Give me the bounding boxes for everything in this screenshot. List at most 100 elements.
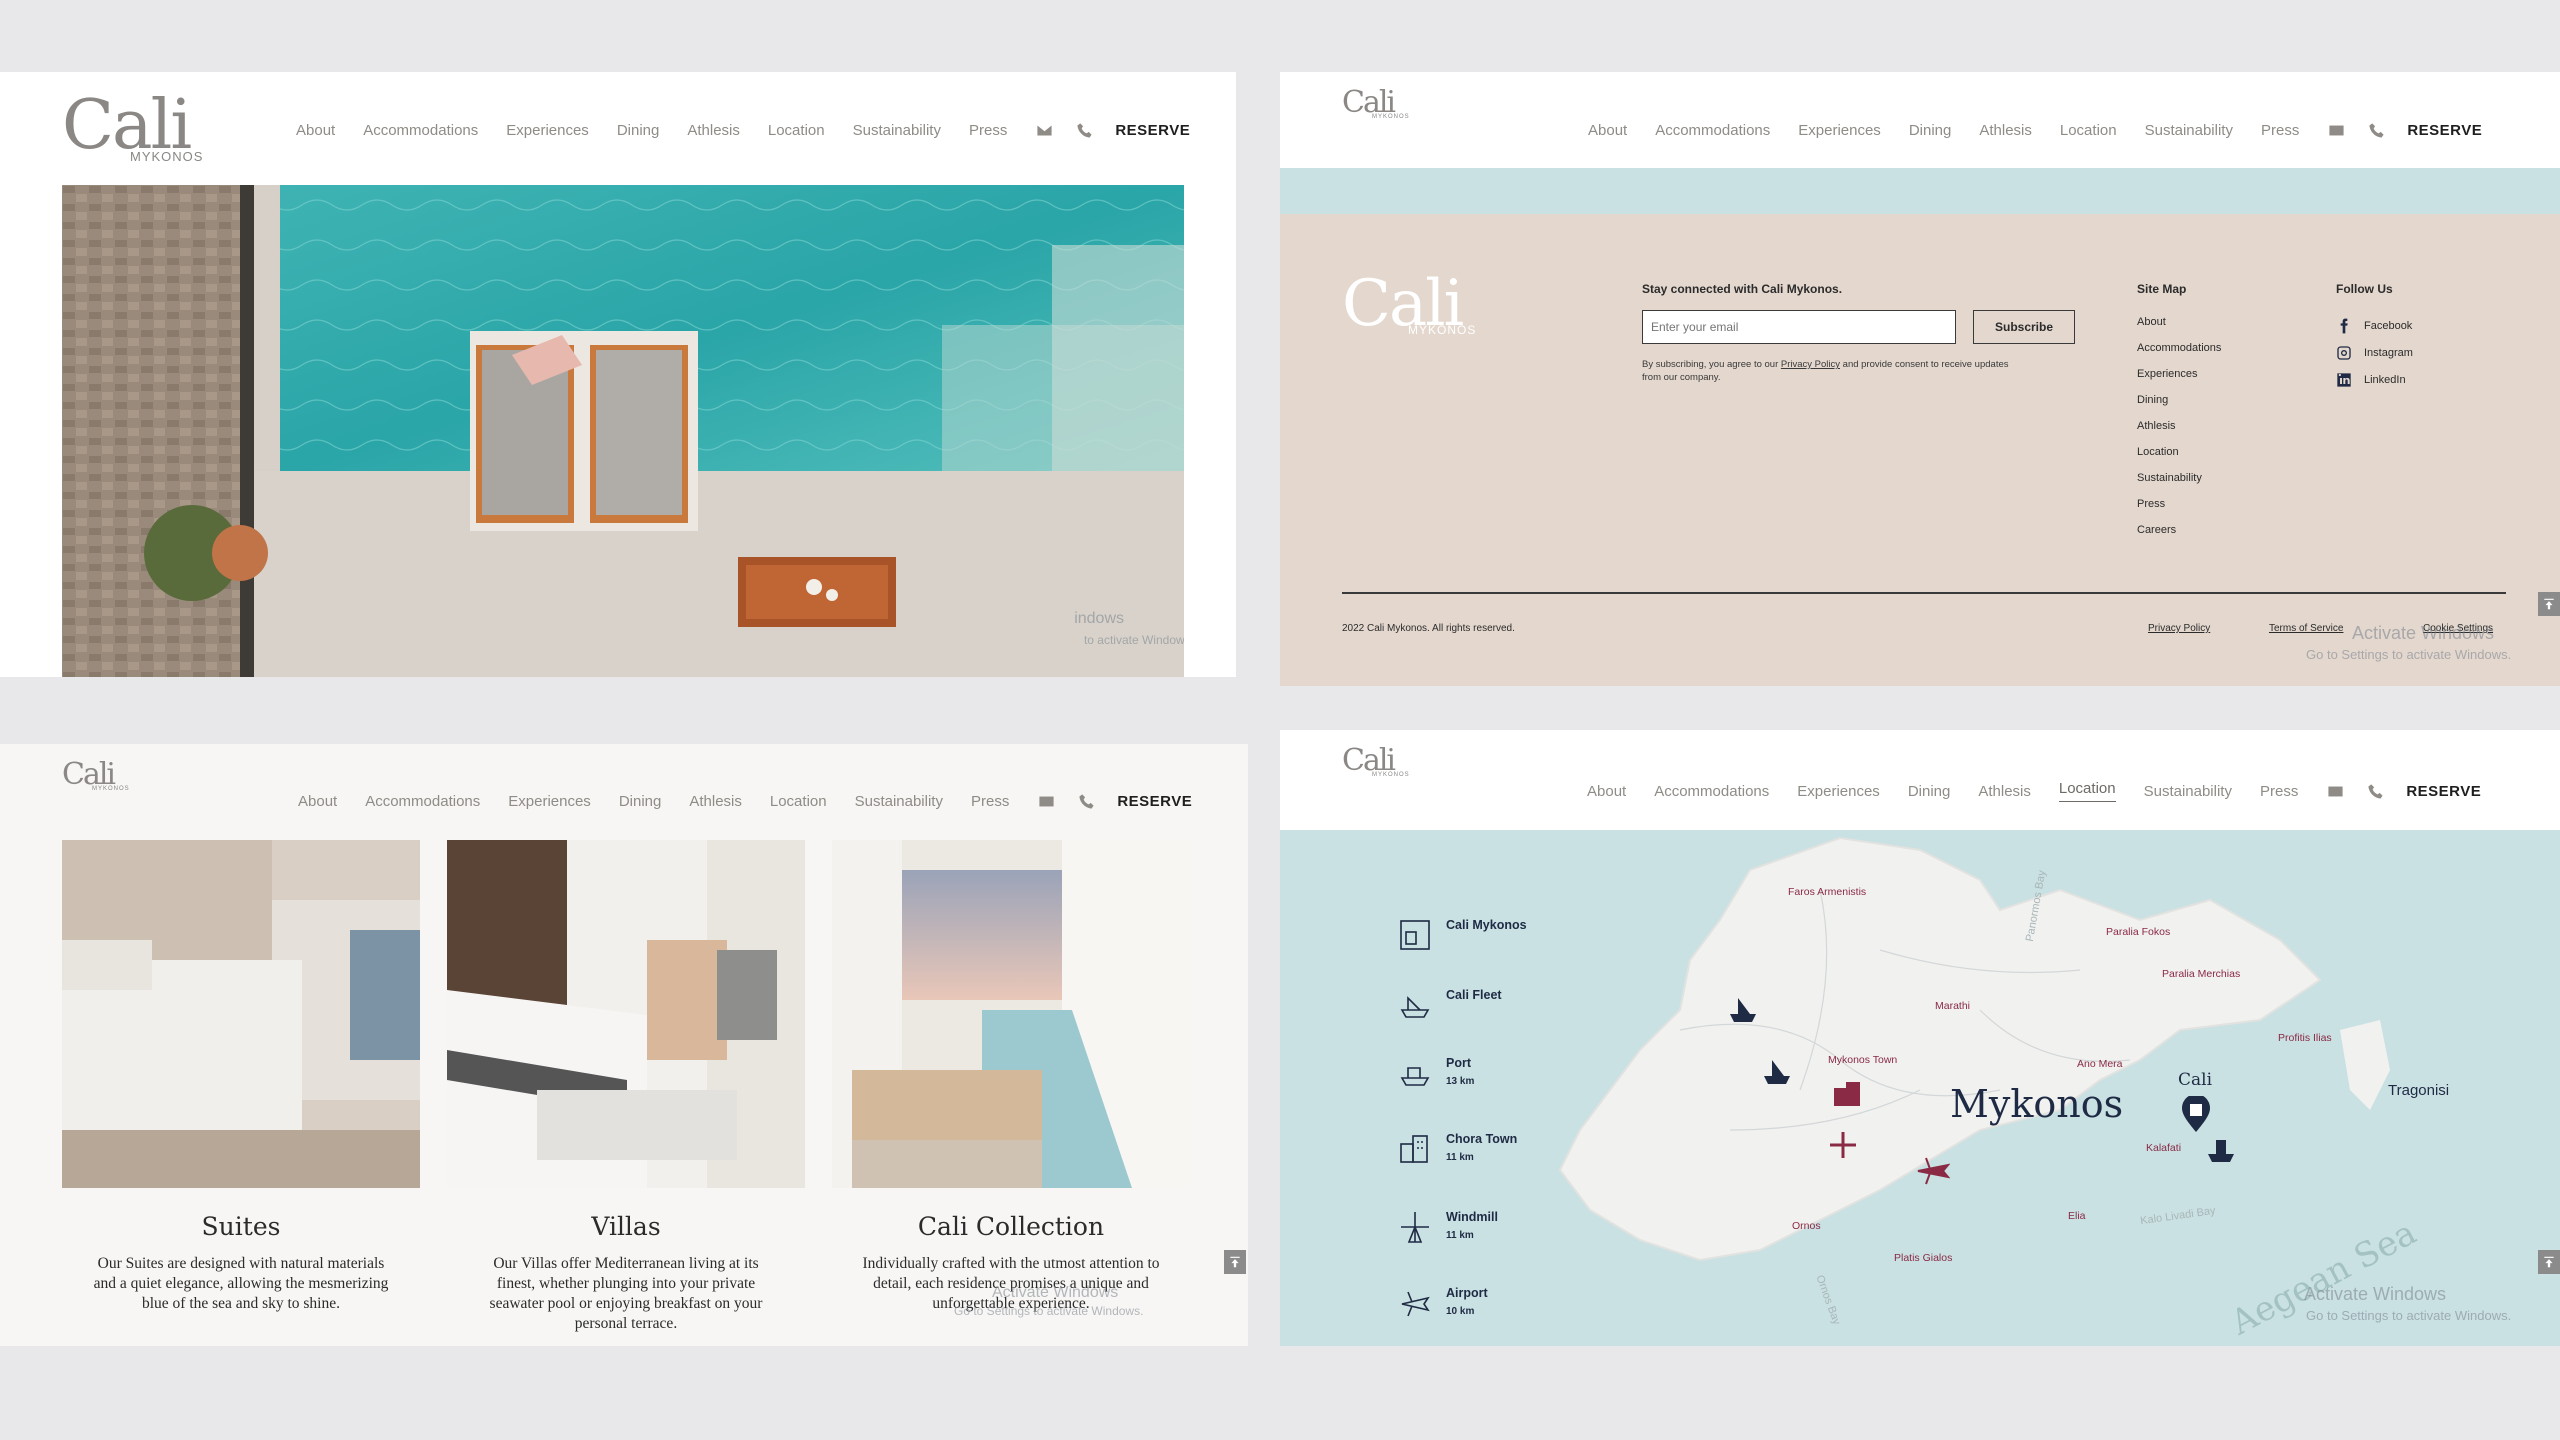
town-icon (1400, 1135, 1428, 1163)
legend-airport[interactable]: Airport 10 km (1398, 1286, 1488, 1320)
nav-dining[interactable]: Dining (619, 793, 662, 810)
linkedin-icon (2337, 372, 2351, 387)
windmill-marker[interactable] (1828, 1130, 1858, 1160)
phone-icon[interactable] (1077, 792, 1095, 810)
nav-about[interactable]: About (1588, 122, 1627, 139)
town-marker[interactable] (1832, 1080, 1862, 1106)
windmill-icon (1401, 1212, 1429, 1243)
linkedin-link[interactable]: LinkedIn (2336, 366, 2413, 393)
logo[interactable]: Cali MYKONOS (62, 92, 203, 164)
sitemap-link[interactable]: Accommodations (2137, 342, 2221, 368)
mail-icon[interactable] (1035, 121, 1053, 139)
header-bar (1280, 72, 2560, 168)
sitemap-link[interactable]: Careers (2137, 524, 2221, 550)
reserve-button[interactable]: RESERVE (1117, 793, 1192, 810)
nav-press[interactable]: Press (971, 793, 1009, 810)
facebook-link[interactable]: Facebook (2336, 312, 2413, 339)
terms-link[interactable]: Terms of Service (2269, 623, 2343, 634)
nav-athlesis[interactable]: Athlesis (687, 122, 740, 139)
legend-cali-mykonos[interactable]: Cali Mykonos (1398, 918, 1527, 952)
cali-collection-title: Cali Collection (917, 1212, 1105, 1241)
yacht-marker-1[interactable] (1726, 994, 1760, 1024)
mail-icon[interactable] (1037, 792, 1055, 810)
logo[interactable]: Cali MYKONOS (1342, 746, 1410, 779)
reserve-button[interactable]: RESERVE (1115, 122, 1190, 139)
mail-icon[interactable] (2327, 121, 2345, 139)
instagram-link[interactable]: Instagram (2336, 339, 2413, 366)
airport-marker[interactable] (1916, 1156, 1950, 1186)
logo[interactable]: Cali MYKONOS (1342, 88, 1410, 121)
sitemap-link[interactable]: Location (2137, 446, 2221, 472)
cali-location-pin[interactable] (2180, 1096, 2212, 1134)
nav-about[interactable]: About (298, 793, 337, 810)
sitemap-link[interactable]: About (2137, 316, 2221, 342)
nav-athlesis[interactable]: Athlesis (1979, 122, 2032, 139)
nav-accommodations[interactable]: Accommodations (1655, 122, 1770, 139)
back-to-top-button[interactable] (2538, 1250, 2560, 1274)
ship-icon (1400, 1067, 1430, 1086)
sea-strip (1280, 168, 2560, 214)
privacy-link[interactable]: Privacy Policy (2148, 623, 2210, 634)
privacy-link-inline[interactable]: Privacy Policy (1781, 359, 1840, 370)
legend-cali-fleet[interactable]: Cali Fleet (1398, 988, 1502, 1022)
legend-port[interactable]: Port 13 km (1398, 1056, 1474, 1090)
nav-accommodations[interactable]: Accommodations (1654, 783, 1769, 800)
place-ornos: Ornos (1792, 1220, 1821, 1232)
nav-sustainability[interactable]: Sustainability (855, 793, 943, 810)
nav-location[interactable]: Location (2058, 780, 2116, 802)
port-marker[interactable] (2204, 1134, 2238, 1164)
nav-athlesis[interactable]: Athlesis (1978, 783, 2031, 800)
nav-location[interactable]: Location (2060, 122, 2117, 139)
nav-experiences[interactable]: Experiences (1798, 122, 1881, 139)
back-to-top-button[interactable] (1224, 1250, 1246, 1274)
nav-sustainability[interactable]: Sustainability (853, 122, 941, 139)
nav-accommodations[interactable]: Accommodations (363, 122, 478, 139)
subscribe-legal: By subscribing, you agree to our Privacy… (1642, 359, 2009, 383)
nav-about[interactable]: About (1587, 783, 1626, 800)
arrow-up-icon (2544, 1256, 2554, 1268)
nav-dining[interactable]: Dining (1909, 122, 1952, 139)
sitemap-link[interactable]: Sustainability (2137, 472, 2221, 498)
nav-press[interactable]: Press (969, 122, 1007, 139)
phone-icon[interactable] (2367, 121, 2385, 139)
suites-image[interactable] (62, 840, 420, 1188)
nav-experiences[interactable]: Experiences (506, 122, 589, 139)
cali-collection-image[interactable] (832, 840, 1190, 1188)
main-nav: About Accommodations Experiences Dining … (298, 792, 1192, 810)
yacht-marker-2[interactable] (1760, 1056, 1794, 1086)
reserve-button[interactable]: RESERVE (2406, 783, 2481, 800)
cali-marker-label: Cali (2178, 1070, 2213, 1090)
main-nav: About Accommodations Experiences Dining … (1588, 121, 2482, 139)
nav-experiences[interactable]: Experiences (1797, 783, 1880, 800)
logo[interactable]: Cali MYKONOS (62, 760, 130, 793)
sitemap-link[interactable]: Press (2137, 498, 2221, 524)
nav-press[interactable]: Press (2261, 122, 2299, 139)
email-input[interactable] (1642, 310, 1956, 344)
nav-location[interactable]: Location (770, 793, 827, 810)
nav-dining[interactable]: Dining (617, 122, 660, 139)
nav-dining[interactable]: Dining (1908, 783, 1951, 800)
nav-sustainability[interactable]: Sustainability (2144, 783, 2232, 800)
legend-windmill[interactable]: Windmill 11 km (1398, 1210, 1498, 1244)
sitemap-link[interactable]: Experiences (2137, 368, 2221, 394)
nav-sustainability[interactable]: Sustainability (2145, 122, 2233, 139)
villas-image[interactable] (447, 840, 805, 1188)
footer-logo[interactable]: Cali MYKONOS (1342, 272, 1476, 336)
phone-icon[interactable] (2366, 782, 2384, 800)
sitemap-link[interactable]: Athlesis (2137, 420, 2221, 446)
reserve-button[interactable]: RESERVE (2407, 122, 2482, 139)
sitemap-link[interactable]: Dining (2137, 394, 2221, 420)
nav-athlesis[interactable]: Athlesis (689, 793, 742, 810)
nav-experiences[interactable]: Experiences (508, 793, 591, 810)
back-to-top-button[interactable] (2538, 592, 2560, 616)
main-nav: About Accommodations Experiences Dining … (296, 121, 1190, 139)
mail-icon[interactable] (2326, 782, 2344, 800)
legend-chora-town[interactable]: Chora Town 11 km (1398, 1132, 1517, 1166)
nav-location[interactable]: Location (768, 122, 825, 139)
phone-icon[interactable] (1075, 121, 1093, 139)
nav-press[interactable]: Press (2260, 783, 2298, 800)
nav-accommodations[interactable]: Accommodations (365, 793, 480, 810)
nav-about[interactable]: About (296, 122, 335, 139)
subscribe-button[interactable]: Subscribe (1973, 310, 2075, 344)
yacht-icon (1400, 996, 1430, 1018)
